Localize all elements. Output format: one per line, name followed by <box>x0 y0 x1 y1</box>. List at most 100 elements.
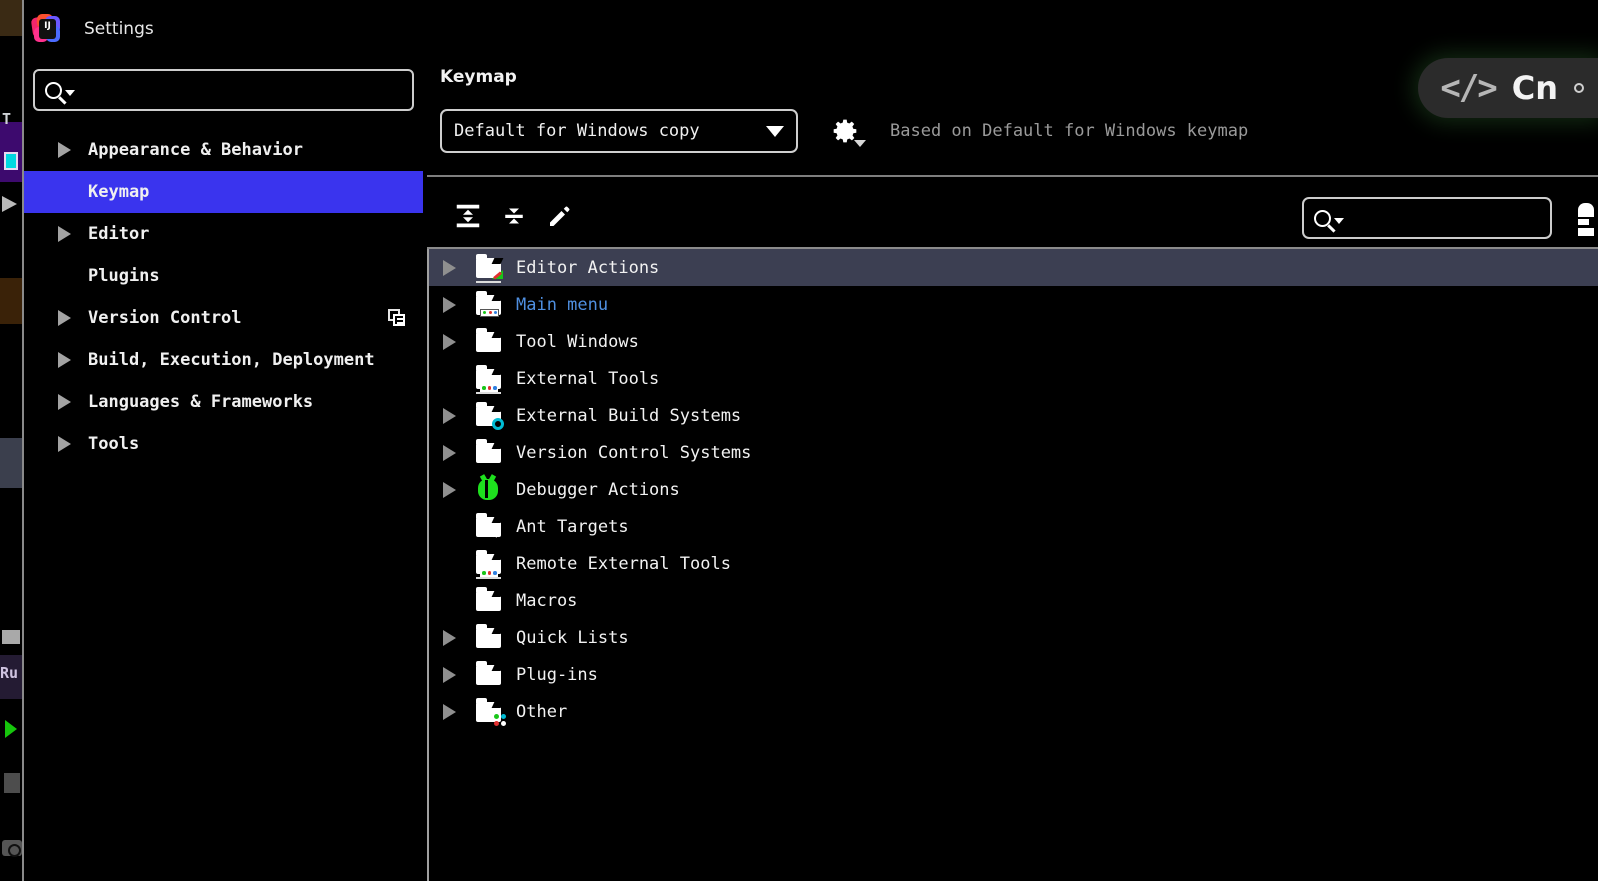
sidebar-item-languages-frameworks[interactable]: Languages & Frameworks <box>24 381 423 423</box>
tree-row[interactable]: Plug-ins <box>429 656 1598 693</box>
tree-row-label: Quick Lists <box>516 627 629 648</box>
chevron-right-icon[interactable] <box>443 259 456 276</box>
code-overlay-badge[interactable]: </> Cn <box>1418 58 1598 118</box>
tree-row-label: Plug-ins <box>516 664 598 685</box>
chevron-right-icon[interactable] <box>443 629 456 646</box>
sidebar-item-label: Build, Execution, Deployment <box>88 350 375 370</box>
chevron-down-icon[interactable] <box>766 125 784 137</box>
sidebar-item-keymap[interactable]: Keymap <box>24 171 423 213</box>
sidebar-item-version-control[interactable]: Version Control <box>24 297 423 339</box>
settings-search-input[interactable] <box>75 80 412 100</box>
sidebar-item-label: Languages & Frameworks <box>88 392 314 412</box>
chevron-right-icon[interactable] <box>443 444 456 461</box>
folder-icon <box>476 327 504 354</box>
strip-segment <box>0 0 22 36</box>
keymap-selector-row: Default for Windows copy Based on Defaul… <box>440 109 1598 153</box>
chevron-right-icon[interactable] <box>58 436 71 452</box>
bug-icon <box>476 478 502 502</box>
chevron-right-icon[interactable] <box>443 296 456 313</box>
editor-tab-icon[interactable] <box>4 152 18 170</box>
intellij-idea-logo-icon: IJ <box>30 13 62 44</box>
chevron-right-icon[interactable] <box>58 394 71 410</box>
strip-segment <box>0 438 22 488</box>
keymap-select[interactable]: Default for Windows copy <box>440 109 798 153</box>
screen: T Ru IJ Settings Appearance & Behavior K… <box>0 0 1598 881</box>
sidebar-item-label: Plugins <box>88 266 160 286</box>
tree-row[interactable]: Other <box>429 693 1598 730</box>
chevron-right-icon[interactable] <box>443 481 456 498</box>
tree-row-label: Debugger Actions <box>516 479 680 500</box>
sidebar-item-tools[interactable]: Tools <box>24 423 423 465</box>
overlay-badge-label: Cn <box>1511 69 1558 107</box>
tree-row[interactable]: Quick Lists <box>429 619 1598 656</box>
tree-row-label: Remote External Tools <box>516 553 731 574</box>
sidebar-item-appearance-behavior[interactable]: Appearance & Behavior <box>24 129 423 171</box>
section-divider <box>427 175 1598 177</box>
tree-row-label: Tool Windows <box>516 331 639 352</box>
tree-row[interactable]: External Tools <box>429 360 1598 397</box>
dialog-title: Settings <box>84 18 154 39</box>
ide-left-strip: T Ru <box>0 0 22 881</box>
collapse-all-button[interactable] <box>491 193 537 239</box>
tree-row-label: Macros <box>516 590 578 611</box>
sidebar-item-label: Keymap <box>88 182 150 202</box>
settings-search-box[interactable] <box>33 69 414 111</box>
chevron-right-icon[interactable] <box>443 666 456 683</box>
tree-row[interactable]: Tool Windows <box>429 323 1598 360</box>
collapse-triangle-icon[interactable] <box>2 196 17 212</box>
tree-row[interactable]: Main menu <box>429 286 1598 323</box>
collapse-all-icon <box>505 208 523 224</box>
tree-row[interactable]: ✳ Ant Targets <box>429 508 1598 545</box>
run-tool-label[interactable]: Ru <box>0 664 18 682</box>
chevron-right-icon[interactable] <box>58 352 71 368</box>
sidebar-item-label: Editor <box>88 224 150 244</box>
tree-row[interactable]: Editor Actions <box>429 249 1598 286</box>
chevron-right-icon[interactable] <box>58 226 71 242</box>
chevron-right-icon[interactable] <box>443 407 456 424</box>
folder-other-icon <box>476 697 506 726</box>
chevron-down-icon[interactable] <box>854 140 866 147</box>
tree-row[interactable]: External Build Systems <box>429 397 1598 434</box>
tree-row[interactable]: Macros <box>429 582 1598 619</box>
shortcut-search-box[interactable] <box>1302 197 1560 239</box>
tree-row[interactable]: Debugger Actions <box>429 471 1598 508</box>
tree-row-label: Editor Actions <box>516 257 660 278</box>
filter-icon[interactable] <box>1572 203 1598 237</box>
folder-icon <box>476 586 504 613</box>
folder-icon <box>476 660 504 687</box>
folder-menu-icon <box>476 290 504 317</box>
settings-categories-tree: Appearance & Behavior Keymap Editor Plug… <box>24 129 423 465</box>
sidebar-item-editor[interactable]: Editor <box>24 213 423 255</box>
keymap-panel: Keymap Default for Windows copy Based on… <box>425 57 1598 881</box>
folder-ant-icon: ✳ <box>476 512 504 541</box>
tree-row-label: Main menu <box>516 294 609 315</box>
expand-all-icon <box>456 204 480 228</box>
sidebar-item-build-execution-deployment[interactable]: Build, Execution, Deployment <box>24 339 423 381</box>
scrollbar-thumb[interactable] <box>2 630 20 644</box>
chevron-right-icon[interactable] <box>58 142 71 158</box>
camera-icon[interactable] <box>2 840 22 857</box>
copy-icon[interactable] <box>388 309 405 326</box>
tree-row[interactable]: Version Control Systems <box>429 434 1598 471</box>
folder-tools-icon <box>476 364 504 394</box>
keymap-select-value: Default for Windows copy <box>454 121 700 141</box>
status-ring-icon <box>1574 83 1584 93</box>
play-icon[interactable] <box>5 720 17 738</box>
keymap-settings-button[interactable] <box>828 114 866 148</box>
tree-row-label: Ant Targets <box>516 516 629 537</box>
chevron-right-icon[interactable] <box>443 703 456 720</box>
stop-icon[interactable] <box>4 773 20 793</box>
sidebar-item-label: Appearance & Behavior <box>88 140 303 160</box>
pencil-icon <box>550 206 570 226</box>
edit-shortcut-button[interactable] <box>537 193 583 239</box>
sidebar-item-plugins[interactable]: Plugins <box>24 255 423 297</box>
chevron-right-icon[interactable] <box>58 310 71 326</box>
shortcut-search-input[interactable] <box>1344 208 1560 228</box>
search-dropdown-icon[interactable] <box>1334 218 1344 224</box>
chevron-right-icon[interactable] <box>443 333 456 350</box>
expand-all-button[interactable] <box>445 193 491 239</box>
tree-row[interactable]: Remote External Tools <box>429 545 1598 582</box>
dialog-titlebar: IJ Settings <box>24 0 1598 57</box>
tool-window-label[interactable]: T <box>2 110 11 128</box>
search-dropdown-icon[interactable] <box>65 90 75 96</box>
